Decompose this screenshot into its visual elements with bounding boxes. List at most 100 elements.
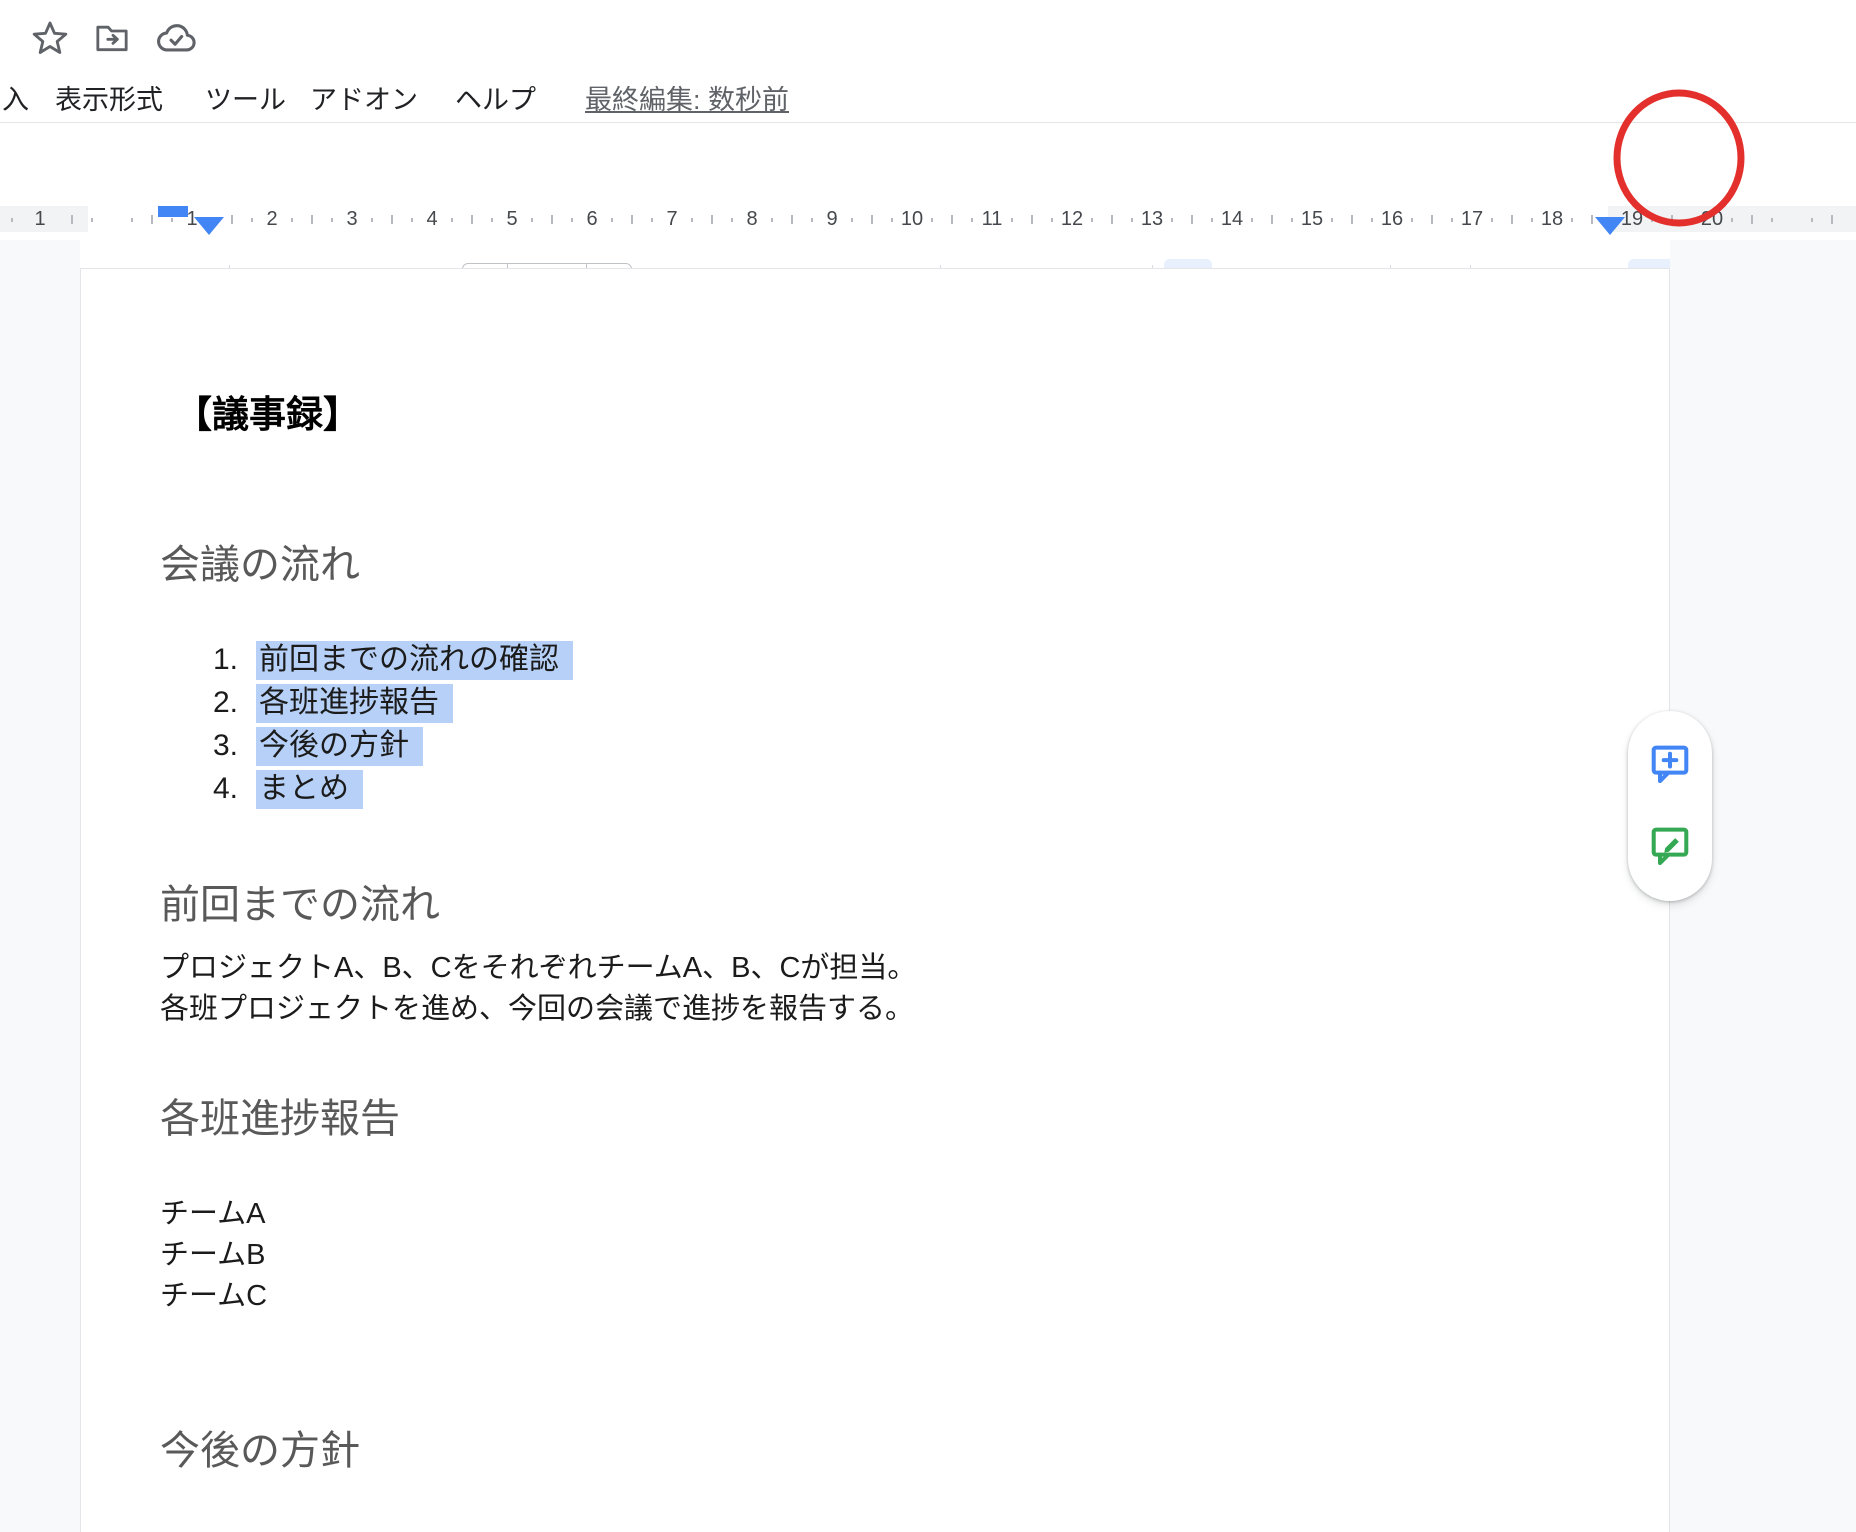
agenda-numbered-list: 1.前回までの流れの確認 2.各班進捗報告 3.今後の方針 4.まとめ [190, 638, 573, 810]
ruler-tick [871, 215, 873, 224]
ruler-tick [651, 218, 653, 222]
ruler-number: 7 [666, 208, 677, 231]
ruler-tick [391, 215, 393, 224]
heading-future-policy[interactable]: 今後の方針 [160, 1428, 360, 1474]
ruler-tick [251, 218, 253, 222]
heading-progress-report[interactable]: 各班進捗報告 [160, 1096, 400, 1142]
star-icon[interactable] [30, 18, 70, 63]
ruler-tick [91, 218, 93, 222]
menu-item-tools[interactable]: ツール [205, 78, 286, 117]
ruler-number: 10 [901, 208, 923, 231]
selected-text[interactable]: 各班進捗報告 [256, 684, 453, 723]
ruler-tick [171, 218, 173, 222]
menu-bar: 入 表示形式 ツール アドオン ヘルプ 最終編集: 数秒前 [0, 76, 1856, 116]
ruler-tick [771, 218, 773, 222]
first-line-indent-marker[interactable] [158, 206, 188, 217]
ruler-tick [1751, 215, 1753, 224]
ruler-tick [311, 215, 313, 224]
list-item[interactable]: 3.今後の方針 [190, 724, 573, 767]
ruler-number: 17 [1461, 208, 1483, 231]
selected-text[interactable]: まとめ [256, 770, 363, 809]
heading-agenda[interactable]: 会議の流れ [160, 542, 360, 588]
ruler-number: 2 [266, 208, 277, 231]
ruler-tick [951, 215, 953, 224]
list-item[interactable]: 2.各班進捗報告 [190, 681, 573, 724]
ruler-tick [371, 218, 373, 222]
ruler-tick [1371, 218, 1373, 222]
menu-item-help[interactable]: ヘルプ [455, 78, 536, 117]
ruler-number: 5 [506, 208, 517, 231]
ruler-number: 16 [1381, 208, 1403, 231]
selected-text[interactable]: 今後の方針 [256, 727, 423, 766]
menu-item-format[interactable]: 表示形式 [55, 78, 163, 117]
ruler-tick [1531, 218, 1533, 222]
ruler-tick [691, 218, 693, 222]
body-line[interactable]: プロジェクトA、B、CをそれぞれチームA、B、Cが担当。 [160, 948, 916, 989]
team-line[interactable]: チームA [160, 1194, 265, 1235]
ruler-tick [71, 215, 73, 224]
ruler-number: 18 [1541, 208, 1563, 231]
ruler-tick [1131, 218, 1133, 222]
comment-add-icon [1647, 740, 1693, 791]
ruler-tick [1691, 218, 1693, 222]
ruler-tick [851, 218, 853, 222]
ruler-tick [1511, 215, 1513, 224]
ruler-number: 20 [1701, 208, 1723, 231]
ruler-tick [491, 218, 493, 222]
ruler-tick [1211, 218, 1213, 222]
ruler-number: 15 [1301, 208, 1323, 231]
left-indent-marker[interactable] [194, 217, 224, 235]
ruler-tick [791, 215, 793, 224]
ruler-tick [1331, 218, 1333, 222]
add-comment-floating-button[interactable] [1646, 741, 1694, 789]
ruler-tick [931, 218, 933, 222]
ruler-tick [1171, 218, 1173, 222]
ruler-tick [1451, 218, 1453, 222]
workspace-left-margin [0, 240, 80, 1532]
ruler-tick [1191, 215, 1193, 224]
ruler-tick [571, 218, 573, 222]
ruler-tick [1351, 215, 1353, 224]
suggest-edits-button[interactable] [1646, 823, 1694, 871]
list-number: 1. [190, 638, 256, 681]
ruler-tick [731, 218, 733, 222]
ruler-number: 12 [1061, 208, 1083, 231]
ruler-margin-number: 1 [34, 208, 45, 231]
suggest-edit-icon [1647, 822, 1693, 873]
ruler-tick [1291, 218, 1293, 222]
ruler: 1 1234567891011121314151617181920 [0, 206, 1856, 238]
list-item[interactable]: 1.前回までの流れの確認 [190, 638, 573, 681]
ruler-tick [1491, 218, 1493, 222]
toolbar: 標準テキス... Arial − 11 + B I U A [0, 123, 1856, 205]
ruler-tick [1111, 215, 1113, 224]
body-line[interactable]: 各班プロジェクトを進め、今回の会議で進捗を報告する。 [160, 989, 914, 1030]
menu-item-insert-clipped[interactable]: 入 [2, 78, 29, 117]
ruler-tick [1051, 218, 1053, 222]
google-docs-window: 入 表示形式 ツール アドオン ヘルプ 最終編集: 数秒前 標準テキス... A… [0, 0, 1856, 1532]
ruler-number: 8 [746, 208, 757, 231]
ruler-tick [231, 215, 233, 224]
ruler-tick [1011, 218, 1013, 222]
ruler-number: 14 [1221, 208, 1243, 231]
right-indent-marker[interactable] [1595, 217, 1625, 235]
cloud-status-icon[interactable] [154, 16, 198, 65]
ruler-tick [531, 218, 533, 222]
ruler-tick [1651, 218, 1653, 222]
move-folder-icon[interactable] [92, 18, 132, 63]
document-title-text[interactable]: 【議事録】 [175, 392, 360, 438]
ruler-tick [1091, 218, 1093, 222]
list-item[interactable]: 4.まとめ [190, 767, 573, 810]
heading-previous-flow[interactable]: 前回までの流れ [160, 882, 440, 928]
ruler-number: 11 [982, 208, 1003, 231]
ruler-tick [131, 218, 133, 222]
ruler-tick [551, 215, 553, 224]
floating-action-pill [1628, 711, 1712, 901]
team-line[interactable]: チームB [160, 1235, 265, 1276]
ruler-number: 6 [586, 208, 597, 231]
team-line[interactable]: チームC [160, 1276, 267, 1317]
ruler-tick [1831, 215, 1833, 224]
last-edit-link[interactable]: 最終編集: 数秒前 [585, 78, 789, 117]
menu-item-addons[interactable]: アドオン [310, 78, 418, 117]
selected-text[interactable]: 前回までの流れの確認 [256, 641, 573, 680]
ruler-tick [1031, 215, 1033, 224]
